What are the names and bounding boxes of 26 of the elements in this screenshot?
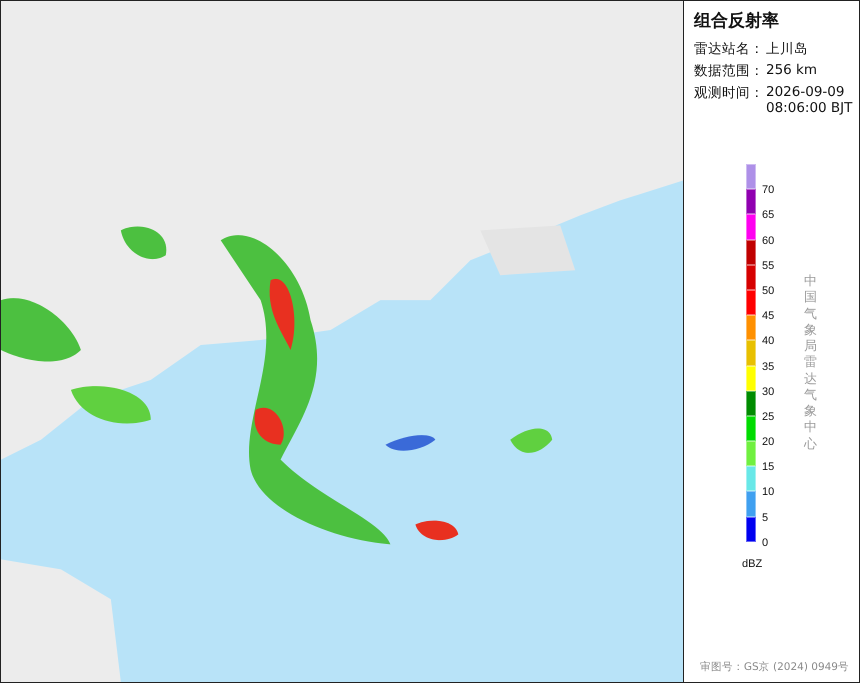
info-label: 雷达站名：: [694, 40, 764, 58]
legend-label: 0: [762, 536, 768, 549]
panel-title: 组合反射率: [694, 10, 780, 32]
legend-label: 40: [762, 335, 774, 348]
legend-label: 30: [762, 386, 774, 398]
unit-label: dBZ: [742, 558, 764, 570]
legend-label: 65: [762, 209, 774, 222]
info-label: 观测时间：: [694, 84, 764, 103]
legend-label: 5: [762, 512, 768, 524]
info-value: 2026-09-09: [766, 84, 846, 100]
legend-label: 45: [762, 310, 774, 322]
legend-label: 35: [762, 360, 774, 372]
legend-label: 25: [762, 410, 774, 423]
credit-text: 中国气象局雷达气象中心: [804, 274, 817, 454]
legend-label: 55: [762, 260, 774, 272]
legend-label: 70: [762, 184, 774, 196]
legend-label: 10: [762, 486, 774, 498]
info-label: 数据范围：: [694, 62, 764, 80]
info-value: 上川岛: [766, 40, 808, 58]
approval-number: 审图号：GS京 (2024) 0949号: [700, 660, 849, 674]
legend-label: 20: [762, 436, 774, 448]
legend-label: 50: [762, 284, 774, 297]
info-value: 08:06:00 BJT: [766, 100, 852, 116]
legend-label: 15: [762, 461, 774, 474]
legend-label: 60: [762, 234, 774, 247]
info-value: 256 km: [766, 62, 818, 78]
